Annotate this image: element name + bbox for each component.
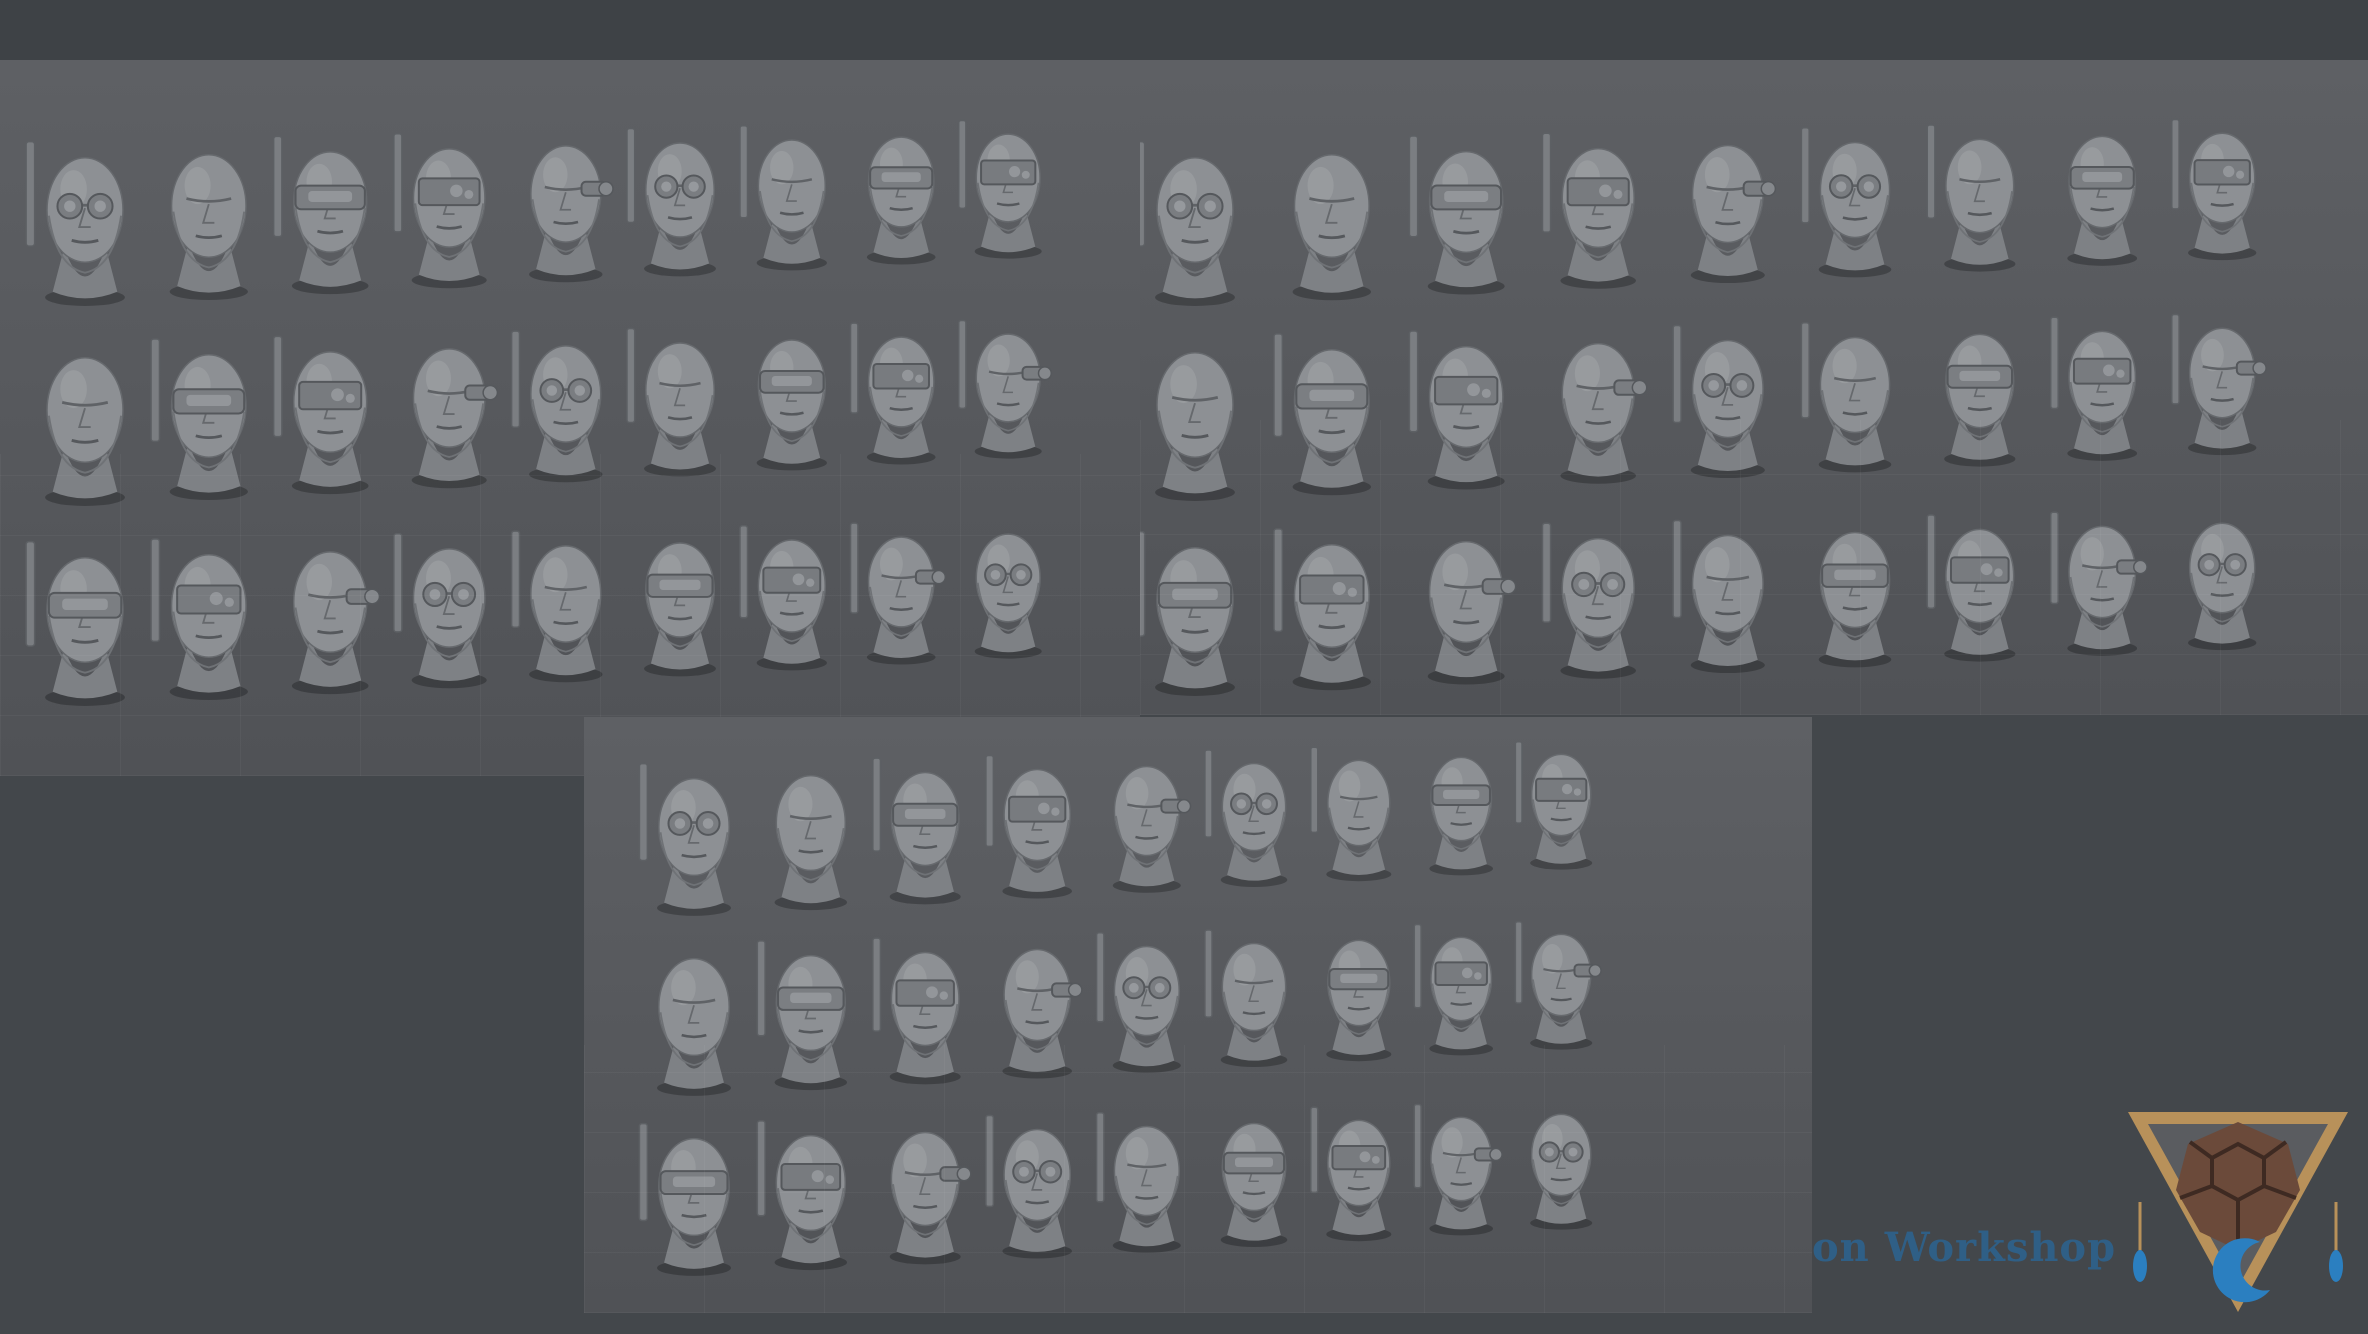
head-sculpt bbox=[1273, 528, 1371, 691]
head-sculpt bbox=[25, 540, 125, 706]
head-sculpt bbox=[1310, 746, 1392, 882]
head-sculpt bbox=[291, 551, 381, 695]
head-sculpt bbox=[1427, 540, 1517, 685]
head-sculpt bbox=[974, 533, 1042, 659]
head-sculpt bbox=[1140, 530, 1235, 696]
head-sculpt bbox=[1514, 921, 1602, 1050]
head-sculpt bbox=[1926, 124, 2016, 272]
head-sculpt bbox=[510, 530, 603, 683]
head-sculpt bbox=[657, 957, 731, 1096]
head-sculpt bbox=[529, 145, 614, 283]
head-sculpt bbox=[1800, 127, 1892, 278]
top-bar bbox=[0, 0, 2368, 60]
head-grid-right bbox=[1140, 118, 2267, 696]
head-sculpt bbox=[1408, 135, 1505, 295]
head-sculpt bbox=[1514, 741, 1593, 870]
head-sculpt bbox=[1926, 514, 2016, 662]
head-sculpt bbox=[1220, 1122, 1288, 1247]
head-sculpt bbox=[272, 135, 369, 295]
feather-right-icon bbox=[2329, 1250, 2343, 1282]
head-sculpt bbox=[1672, 519, 1765, 674]
head-sculpt bbox=[1429, 756, 1493, 876]
head-sculpt bbox=[169, 154, 248, 301]
head-sculpt bbox=[1310, 1106, 1392, 1242]
head-sculpt bbox=[1818, 531, 1892, 668]
workshop-logo bbox=[2128, 1112, 2348, 1312]
head-sculpt bbox=[1541, 522, 1636, 679]
head-sculpt bbox=[2067, 135, 2138, 266]
head-sculpt bbox=[1095, 1111, 1181, 1253]
head-sculpt bbox=[1672, 324, 1765, 479]
head-grid-bottom bbox=[638, 741, 1602, 1276]
head-sculpt bbox=[739, 525, 827, 671]
head-sculpt bbox=[1002, 948, 1083, 1079]
head-sculpt bbox=[985, 754, 1072, 899]
head-sculpt bbox=[849, 322, 936, 465]
head-sculpt bbox=[1204, 929, 1288, 1067]
head-sculpt bbox=[1530, 1113, 1593, 1230]
head-sculpt bbox=[150, 538, 248, 701]
brand-text: on Workshop bbox=[1812, 1224, 2117, 1271]
head-sculpt bbox=[1408, 330, 1505, 490]
head-sculpt bbox=[45, 357, 125, 506]
head-sculpt bbox=[756, 339, 827, 471]
head-sculpt bbox=[638, 762, 731, 916]
head-sculpt bbox=[1112, 765, 1192, 893]
head-sculpt bbox=[150, 338, 248, 501]
render-panel-right bbox=[1140, 60, 2368, 715]
head-sculpt bbox=[393, 532, 487, 689]
head-sculpt bbox=[644, 542, 716, 677]
head-sculpt bbox=[739, 125, 827, 271]
head-sculpt bbox=[957, 319, 1053, 459]
head-grid-left bbox=[25, 119, 1053, 706]
head-sculpt bbox=[626, 327, 716, 477]
head-sculpt bbox=[1292, 153, 1371, 301]
head-sculpt bbox=[2188, 522, 2257, 651]
head-sculpt bbox=[510, 330, 603, 483]
head-sculpt bbox=[889, 1131, 972, 1265]
head-sculpt bbox=[866, 136, 936, 265]
head-sculpt bbox=[1560, 342, 1648, 484]
head-sculpt bbox=[1800, 322, 1892, 473]
head-sculpt bbox=[626, 127, 716, 277]
head-sculpt bbox=[1095, 931, 1181, 1073]
head-sculpt bbox=[1273, 333, 1371, 496]
head-sculpt bbox=[1140, 140, 1235, 306]
head-sculpt bbox=[756, 940, 848, 1091]
feather-left-icon bbox=[2133, 1250, 2147, 1282]
render-panel-bottom bbox=[584, 717, 1812, 1313]
head-sculpt bbox=[393, 132, 487, 289]
head-sculpt bbox=[1944, 333, 2016, 467]
head-sculpt bbox=[2049, 316, 2138, 461]
head-sculpt bbox=[957, 119, 1042, 259]
head-sculpt bbox=[1155, 352, 1235, 501]
head-sculpt bbox=[411, 348, 499, 489]
head-sculpt bbox=[1541, 132, 1636, 289]
head-sculpt bbox=[2049, 511, 2148, 656]
head-sculpt bbox=[756, 1120, 848, 1271]
head-sculpt bbox=[1326, 939, 1392, 1062]
head-sculpt bbox=[2171, 313, 2267, 456]
head-sculpt bbox=[872, 757, 961, 905]
head-sculpt bbox=[1204, 749, 1288, 887]
head-sculpt bbox=[985, 1114, 1072, 1259]
head-sculpt bbox=[638, 1122, 731, 1276]
head-sculpt bbox=[272, 335, 369, 495]
head-sculpt bbox=[1413, 923, 1493, 1056]
head-sculpt bbox=[774, 774, 848, 911]
head-sculpt bbox=[849, 522, 947, 665]
head-sculpt bbox=[872, 937, 961, 1085]
head-sculpt bbox=[25, 140, 125, 306]
head-sculpt bbox=[1690, 144, 1777, 284]
head-sculpt bbox=[2171, 118, 2257, 261]
head-sculpt bbox=[1413, 1103, 1503, 1236]
render-panel-left bbox=[0, 60, 1140, 776]
